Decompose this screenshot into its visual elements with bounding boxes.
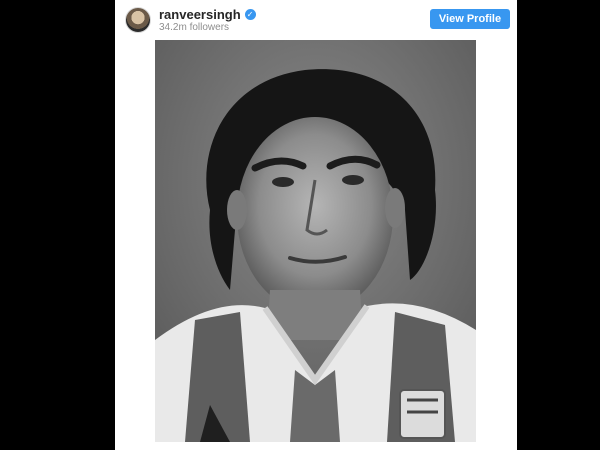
follower-count: 34.2m followers (159, 22, 230, 33)
username-row[interactable]: ranveersingh ✓ (159, 7, 256, 22)
post-header: ranveersingh ✓ 34.2m followers View Prof… (115, 0, 517, 38)
post-photo[interactable] (155, 40, 476, 442)
username[interactable]: ranveersingh (159, 7, 241, 22)
verified-badge-icon: ✓ (244, 9, 256, 20)
view-profile-button[interactable]: View Profile (430, 9, 510, 29)
instagram-embed-card: ranveersingh ✓ 34.2m followers View Prof… (115, 0, 517, 450)
portrait-photo (155, 40, 476, 442)
avatar[interactable] (125, 7, 151, 33)
